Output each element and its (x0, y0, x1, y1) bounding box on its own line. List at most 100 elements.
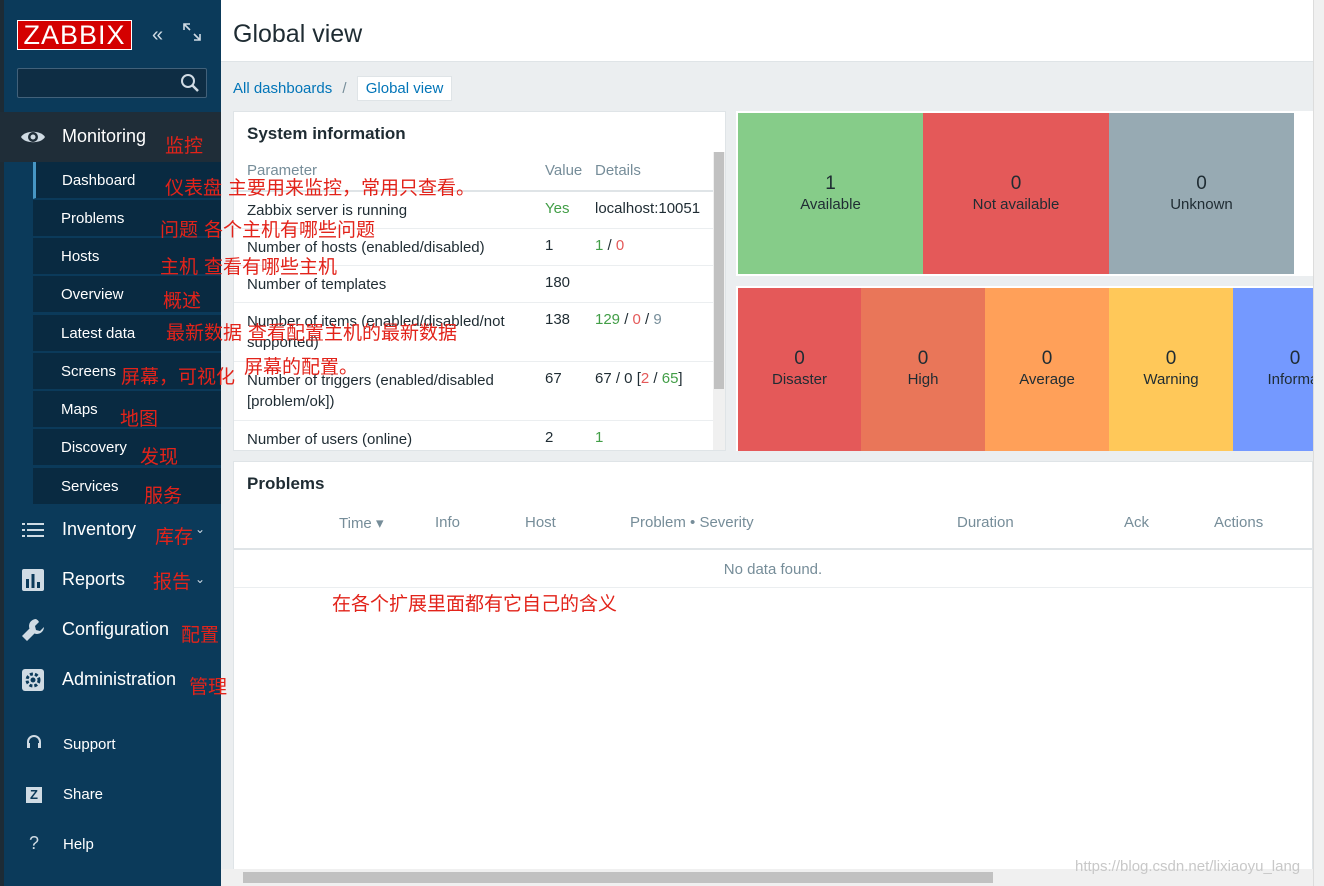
tile-label: Not available (972, 196, 1060, 213)
tile-warning[interactable]: 0 Warning (1109, 288, 1233, 451)
annotation: 概述 (163, 290, 202, 312)
menu-label: Configuration (62, 619, 170, 639)
menu-administration[interactable]: Administration (0, 655, 221, 705)
menu-label: Support (63, 736, 116, 753)
breadcrumb-current[interactable]: Global view (356, 76, 453, 101)
zabbix-logo[interactable]: ZABBIX (17, 20, 132, 50)
annotation: 发现 (140, 446, 179, 468)
annotation: 仪表盘 主要用来监控，常用只查看。 (165, 177, 476, 199)
gear-icon (22, 669, 44, 691)
submenu-label: Maps (61, 401, 98, 418)
annotation: 监控 (165, 135, 204, 157)
tile-count: 0 (794, 348, 805, 369)
tile-label: Unknown (1170, 196, 1233, 213)
page-header: Global view (221, 0, 1313, 62)
tile-not-available[interactable]: 0 Not available (923, 113, 1109, 274)
value-cell: 67 (545, 370, 562, 387)
details-cell: localhost:10051 (595, 200, 701, 217)
scrollbar-thumb[interactable] (243, 872, 993, 883)
submenu-label: Hosts (61, 248, 100, 265)
menu-share[interactable]: Z Share (0, 774, 221, 814)
widget-title: Problems (247, 474, 325, 493)
submenu-label: Problems (61, 210, 125, 227)
search-icon[interactable] (179, 72, 201, 94)
value-cell: 1 (545, 237, 554, 254)
tile-count: 0 (1041, 348, 1053, 369)
column-header: Duration (957, 514, 1014, 531)
value-cell: 180 (545, 274, 571, 291)
annotation: 问题 各个主机有哪些问题 (160, 219, 376, 241)
annotation: 屏幕，可视化 (121, 366, 236, 388)
column-header: Value (545, 162, 583, 179)
column-header: Host (525, 514, 556, 531)
tile-label: Disaster (771, 371, 827, 388)
column-header: Ack (1124, 514, 1150, 531)
column-header: Details (595, 162, 641, 179)
annotation: 在各个扩展里面都有它自己的含义 (332, 593, 618, 615)
page-scrollbar-vertical[interactable] (1313, 0, 1324, 886)
submenu-label: Screens (61, 363, 117, 380)
widget-title: System information (247, 124, 406, 143)
details-cell: 1 / 0 (595, 237, 625, 254)
widget-scrollbar[interactable] (713, 152, 725, 450)
tile-count: 0 (1289, 348, 1301, 369)
annotation: 管理 (189, 676, 228, 698)
submenu-discovery[interactable]: Discovery (33, 429, 221, 466)
wrench-icon (22, 619, 44, 641)
submenu-services[interactable]: Services (33, 468, 221, 505)
value-cell: 2 (545, 429, 554, 446)
menu-label: Inventory (62, 519, 137, 539)
tile-information[interactable]: 0 Informat (1233, 288, 1313, 451)
details-cell: 67 / 0 [2 / 65] (595, 370, 683, 387)
tile-label: High (907, 371, 939, 388)
tile-average[interactable]: 0 Average (985, 288, 1109, 451)
value-cell: Yes (545, 200, 570, 217)
collapse-sidebar-icon[interactable]: « (152, 22, 163, 48)
watermark-url: https://blog.csdn.net/lixiaoyu_lang (1075, 858, 1301, 875)
help-icon: ? (28, 833, 39, 853)
annotation: 屏幕的配置。 (244, 356, 359, 378)
tile-count: 1 (825, 173, 836, 194)
search-input[interactable] (17, 68, 207, 98)
page-title: Global view (233, 20, 363, 48)
tile-disaster[interactable]: 0 Disaster (738, 288, 861, 451)
submenu-label: Latest data (61, 325, 136, 342)
annotation: 服务 (144, 485, 183, 507)
column-header: Problem • Severity (630, 514, 754, 531)
column-header: Info (435, 514, 461, 531)
value-cell: 138 (545, 311, 571, 328)
tile-available[interactable]: 1 Available (738, 113, 923, 274)
tile-label: Average (1019, 371, 1075, 388)
tile-label: Informat (1267, 371, 1313, 388)
eye-icon (21, 131, 45, 143)
share-z-icon: Z (24, 783, 44, 805)
problems-widget: Problems Time ▾ Info Host Problem • Seve… (233, 461, 1313, 871)
annotation: 地图 (120, 408, 159, 430)
tile-unknown[interactable]: 0 Unknown (1109, 113, 1294, 274)
column-header-time[interactable]: Time ▾ (339, 514, 383, 532)
menu-label: Reports (62, 569, 126, 589)
breadcrumb-all-dashboards[interactable]: All dashboards (233, 80, 332, 97)
table-row: Number of users (online) 2 1 (234, 421, 714, 451)
main-content: Global view All dashboards / Global view… (221, 0, 1324, 886)
tile-count: 0 (1196, 173, 1207, 194)
menu-label: Help (63, 836, 94, 853)
breadcrumb-separator: / (342, 80, 347, 97)
tile-count: 0 (1010, 173, 1022, 194)
scrollbar-thumb[interactable] (714, 152, 724, 389)
submenu-label: Dashboard (62, 172, 136, 189)
annotation: 配置 (181, 624, 220, 646)
bar-chart-icon (22, 569, 44, 591)
menu-help[interactable]: ? Help (0, 824, 221, 864)
system-information-widget: System information Parameter Value Detai… (233, 111, 726, 451)
chevron-down-icon: ⌄ (195, 572, 206, 586)
tile-count: 0 (917, 348, 929, 369)
tile-high[interactable]: 0 High (861, 288, 985, 451)
annotation: 库存 (155, 526, 194, 548)
empty-state: No data found. (234, 548, 1312, 588)
column-header: Actions (1214, 514, 1264, 531)
host-availability-widget: 1 Available 0 Not available 0 Unknown (736, 111, 1313, 276)
menu-support[interactable]: Support (0, 724, 221, 764)
menu-label: Monitoring (62, 126, 147, 146)
kiosk-mode-icon[interactable] (183, 22, 201, 48)
